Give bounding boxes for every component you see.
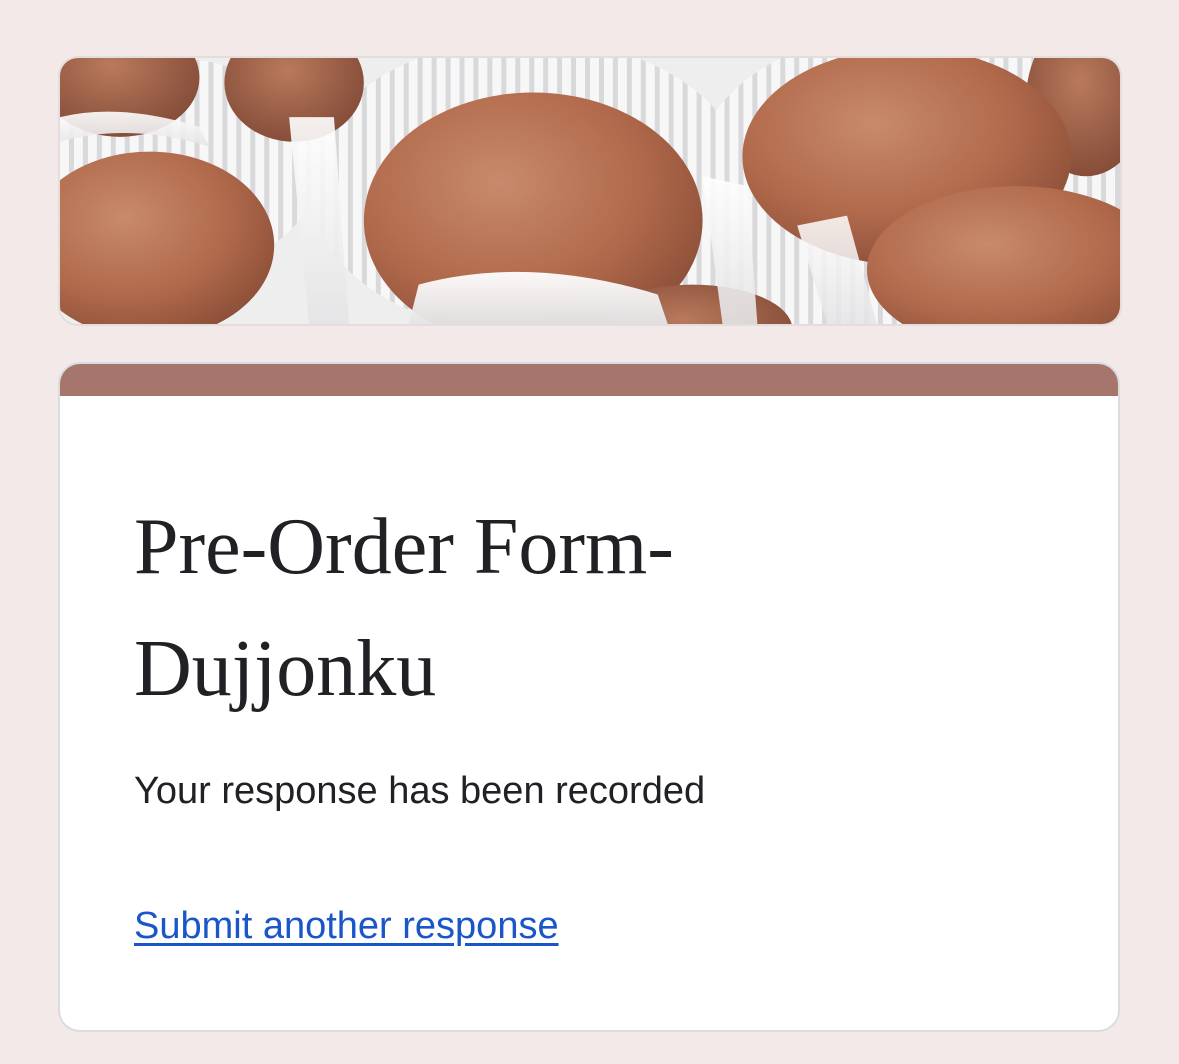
truffles-illustration bbox=[60, 58, 1120, 324]
form-title: Pre-Order Form- Dujjonku bbox=[134, 503, 674, 713]
header-banner-image bbox=[58, 56, 1122, 326]
card-accent-bar bbox=[60, 364, 1118, 396]
form-confirmation-card: Pre-Order Form- Dujjonku Your response h… bbox=[58, 362, 1120, 1032]
submit-another-response-link[interactable]: Submit another response bbox=[134, 901, 559, 951]
confirmation-message: Your response has been recorded bbox=[134, 770, 706, 812]
